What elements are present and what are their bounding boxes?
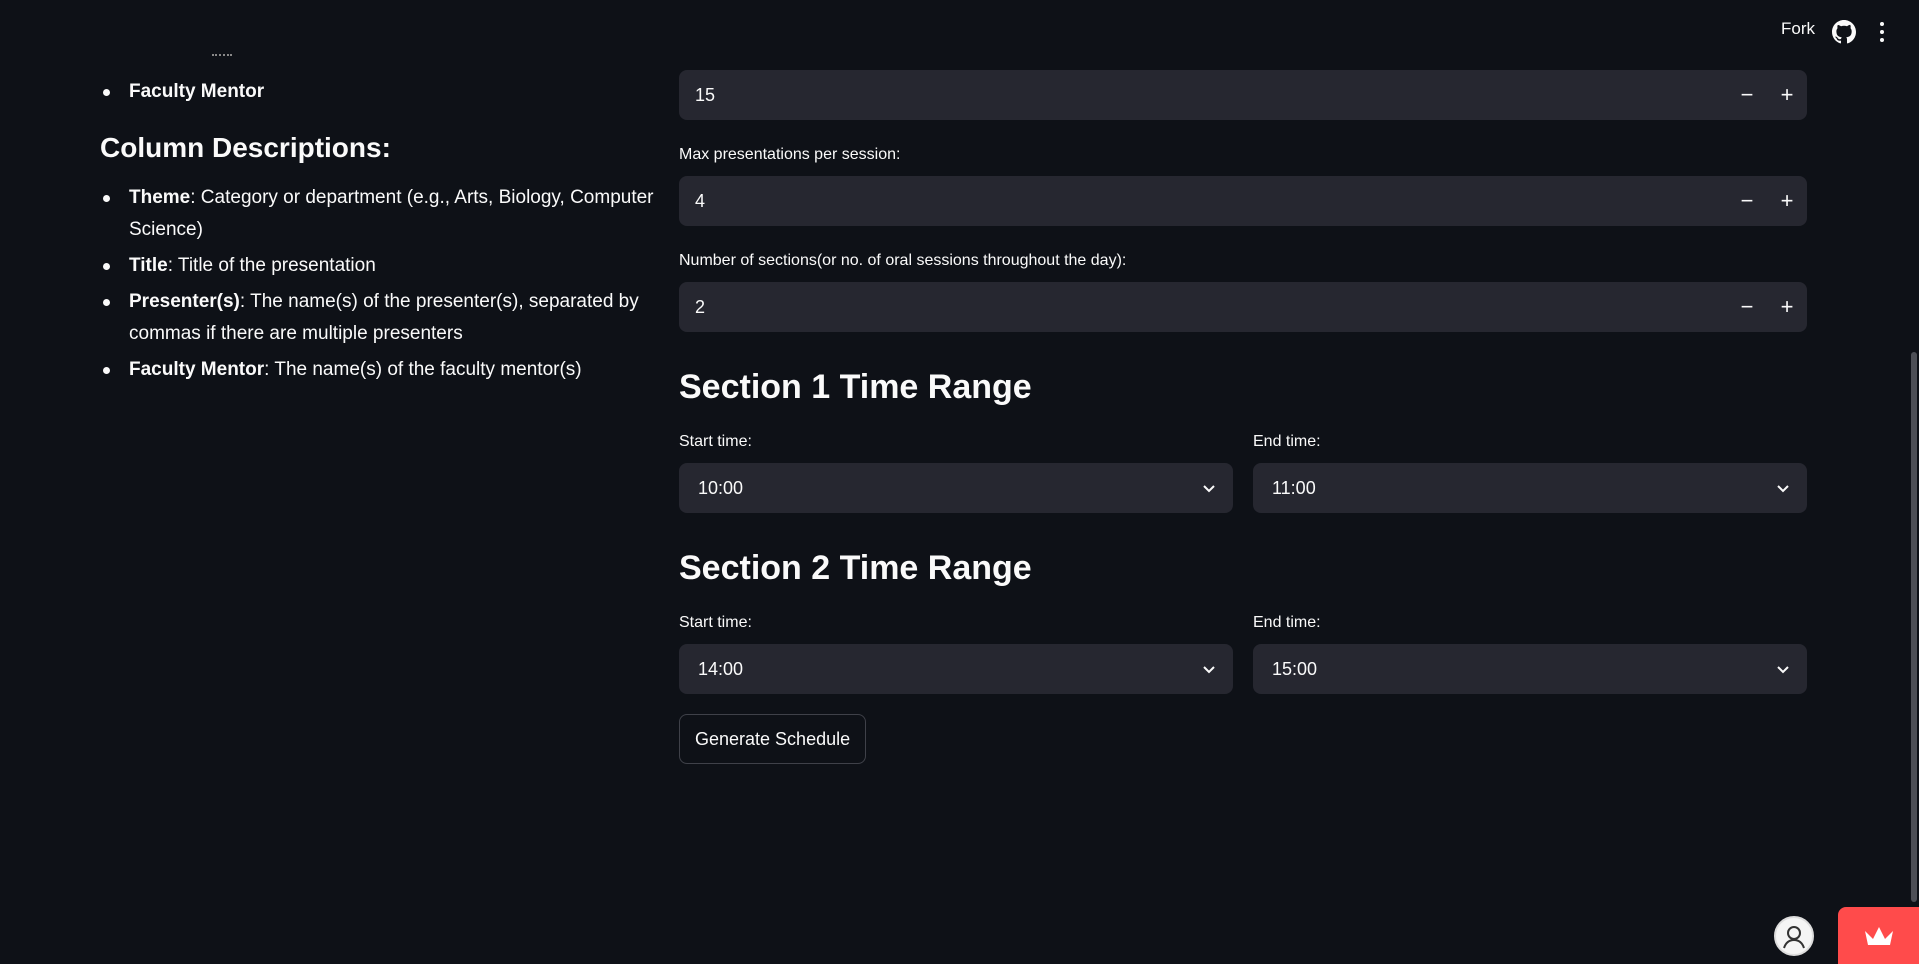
number-value[interactable]: 2	[679, 297, 1727, 318]
app-header: Fork	[0, 0, 1919, 60]
increment-button[interactable]: +	[1767, 70, 1807, 120]
github-icon[interactable]	[1832, 20, 1856, 44]
right-column: 15 − + Max presentations per session: 4 …	[679, 70, 1807, 764]
column-descriptions-heading: Column Descriptions:	[100, 132, 391, 163]
cutoff-text-fragment	[212, 54, 232, 60]
chevron-down-icon	[1777, 485, 1789, 493]
chevron-down-icon	[1777, 666, 1789, 674]
section-2-title: Section 2 Time Range	[679, 549, 1032, 587]
list-item: Faculty Mentor: The name(s) of the facul…	[100, 354, 660, 386]
streamlit-badge[interactable]	[1838, 907, 1919, 964]
left-column: Faculty Mentor Column Descriptions: Them…	[100, 76, 660, 390]
list-item: Title: Title of the presentation	[100, 250, 660, 282]
chevron-down-icon	[1203, 666, 1215, 674]
column-descriptions-list: Theme: Category or department (e.g., Art…	[100, 182, 660, 386]
section-2-row: Start time: 14:00 End time: 15:00	[679, 614, 1807, 694]
section-1-title: Section 1 Time Range	[679, 368, 1032, 406]
page-scrollbar[interactable]	[1911, 352, 1917, 902]
start-time-label: Start time:	[679, 614, 752, 631]
number-value[interactable]: 4	[679, 191, 1727, 212]
number-value[interactable]: 15	[679, 85, 1727, 106]
max-presentations-input[interactable]: 4 − +	[679, 176, 1807, 226]
num-sections-input[interactable]: 2 − +	[679, 282, 1807, 332]
max-presentations-label: Max presentations per session:	[679, 146, 901, 163]
end-time-label: End time:	[1253, 614, 1321, 631]
decrement-button[interactable]: −	[1727, 282, 1767, 332]
increment-button[interactable]: +	[1767, 282, 1807, 332]
avatar-icon	[1783, 926, 1805, 949]
start-time-label: Start time:	[679, 433, 752, 450]
section-1-start-select[interactable]: 10:00	[679, 463, 1233, 513]
list-item: Theme: Category or department (e.g., Art…	[100, 182, 660, 246]
section-2-end-select[interactable]: 15:00	[1253, 644, 1807, 694]
session-length-input[interactable]: 15 − +	[679, 70, 1807, 120]
chevron-down-icon	[1203, 485, 1215, 493]
list-item: Presenter(s): The name(s) of the present…	[100, 286, 660, 350]
kebab-menu-icon[interactable]	[1875, 20, 1889, 44]
decrement-button[interactable]: −	[1727, 70, 1767, 120]
fork-link[interactable]: Fork	[1781, 19, 1815, 39]
increment-button[interactable]: +	[1767, 176, 1807, 226]
section-1-row: Start time: 10:00 End time: 11:00	[679, 433, 1807, 513]
section-2-start-select[interactable]: 14:00	[679, 644, 1233, 694]
end-time-label: End time:	[1253, 433, 1321, 450]
list-item: Faculty Mentor	[100, 76, 660, 108]
num-sections-label: Number of sections(or no. of oral sessio…	[679, 252, 1127, 269]
decrement-button[interactable]: −	[1727, 176, 1767, 226]
generate-schedule-button[interactable]: Generate Schedule	[679, 714, 867, 764]
avatar[interactable]	[1774, 916, 1814, 956]
crown-icon	[1864, 926, 1893, 945]
section-1-end-select[interactable]: 11:00	[1253, 463, 1807, 513]
required-columns-list: Faculty Mentor	[100, 76, 660, 108]
